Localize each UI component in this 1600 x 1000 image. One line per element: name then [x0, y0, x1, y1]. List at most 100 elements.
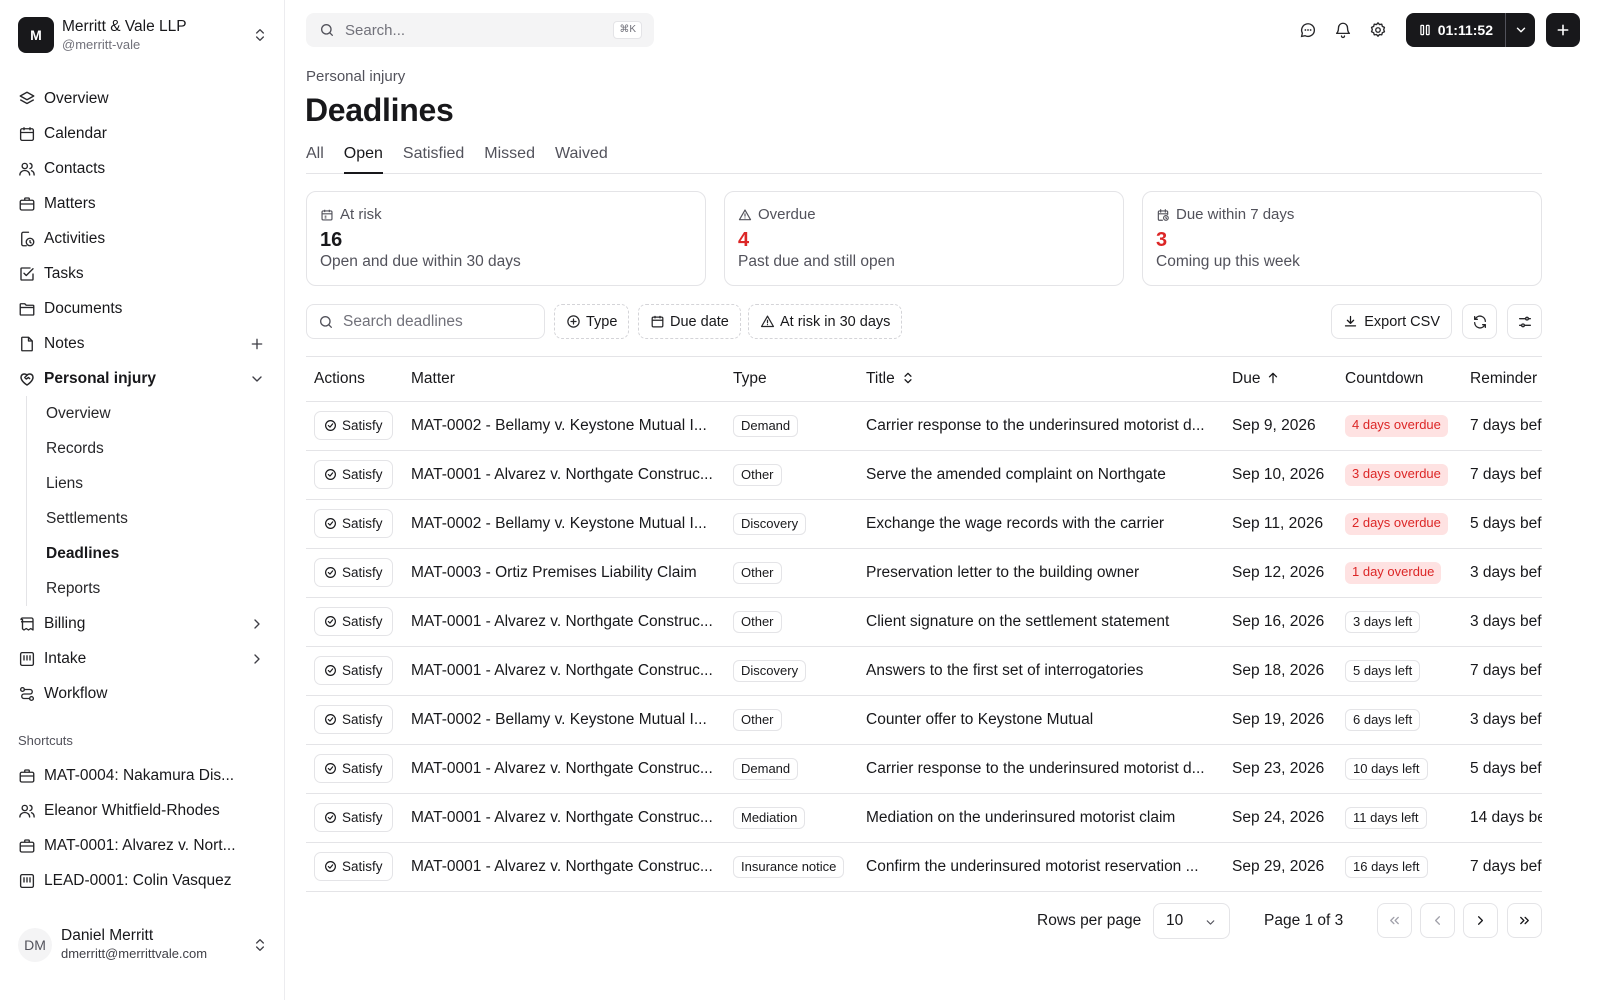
cell-title[interactable]: Serve the amended complaint on Northgate — [858, 450, 1224, 500]
column-header-reminder[interactable]: Reminder — [1462, 357, 1542, 402]
column-header-countdown[interactable]: Countdown — [1337, 357, 1462, 402]
satisfy-button[interactable]: Satisfy — [314, 558, 393, 587]
table-row[interactable]: Satisfy MAT-0001 - Alvarez v. Northgate C… — [306, 842, 1542, 892]
chat-button[interactable] — [1291, 13, 1326, 47]
first-page-button[interactable] — [1377, 903, 1412, 938]
breadcrumb[interactable]: Personal injury — [306, 68, 405, 85]
shortcut-item[interactable]: MAT-0004: Nakamura Dis... — [0, 758, 284, 793]
at-risk-filter-button[interactable]: At risk in 30 days — [748, 304, 903, 339]
shortcut-label: LEAD-0001: Colin Vasquez — [44, 871, 232, 889]
shortcut-item[interactable]: MAT-0001: Alvarez v. Nort... — [0, 828, 284, 863]
view-options-button[interactable] — [1507, 304, 1542, 339]
cell-title[interactable]: Confirm the underinsured motorist reserv… — [858, 842, 1224, 892]
sidebar-item-notes[interactable]: Notes — [0, 326, 284, 361]
cell-title[interactable]: Preservation letter to the building owne… — [858, 548, 1224, 598]
rows-per-page-select[interactable]: 10 — [1153, 903, 1230, 939]
subnav-item-reports[interactable]: Reports — [27, 571, 284, 606]
notifications-button[interactable] — [1326, 13, 1361, 47]
global-search-input[interactable]: Search... ⌘K — [306, 13, 654, 47]
cell-title[interactable]: Exchange the wage records with the carri… — [858, 499, 1224, 549]
chevron-down-icon[interactable] — [249, 371, 265, 387]
due-date-filter-button[interactable]: Due date — [638, 304, 741, 339]
subnav-item-overview[interactable]: Overview — [27, 396, 284, 431]
tab-all[interactable]: All — [306, 140, 324, 174]
sidebar-item-matters[interactable]: Matters — [0, 186, 284, 221]
tab-waived[interactable]: Waived — [555, 140, 608, 174]
sidebar-item-billing[interactable]: Billing — [0, 606, 284, 641]
table-row[interactable]: Satisfy MAT-0001 - Alvarez v. Northgate C… — [306, 646, 1542, 696]
deadline-search-input[interactable]: Search deadlines — [306, 304, 545, 339]
table-row[interactable]: Satisfy MAT-0001 - Alvarez v. Northgate C… — [306, 597, 1542, 647]
next-page-button[interactable] — [1463, 903, 1498, 938]
sidebar-item-overview[interactable]: Overview — [0, 81, 284, 116]
tab-open[interactable]: Open — [343, 140, 383, 174]
cell-matter[interactable]: MAT-0001 - Alvarez v. Northgate Construc… — [403, 793, 725, 843]
cell-matter[interactable]: MAT-0003 - Ortiz Premises Liability Clai… — [403, 548, 725, 598]
cell-title[interactable]: Client signature on the settlement state… — [858, 597, 1224, 647]
cell-title[interactable]: Counter offer to Keystone Mutual — [858, 695, 1224, 745]
shortcut-item[interactable]: Eleanor Whitfield-Rhodes — [0, 793, 284, 828]
cell-matter[interactable]: MAT-0001 - Alvarez v. Northgate Construc… — [403, 842, 725, 892]
table-row[interactable]: Satisfy MAT-0002 - Bellamy v. Keystone Mu… — [306, 499, 1542, 549]
column-header-due[interactable]: Due — [1224, 357, 1337, 402]
sidebar-item-personal-injury[interactable]: Personal injury — [0, 361, 284, 396]
satisfy-button[interactable]: Satisfy — [314, 460, 393, 489]
sidebar-item-activities[interactable]: Activities — [0, 221, 284, 256]
table-row[interactable]: Satisfy MAT-0001 - Alvarez v. Northgate C… — [306, 450, 1542, 500]
column-header-matter[interactable]: Matter — [403, 357, 725, 402]
satisfy-button[interactable]: Satisfy — [314, 656, 393, 685]
satisfy-button[interactable]: Satisfy — [314, 852, 393, 881]
satisfy-button[interactable]: Satisfy — [314, 607, 393, 636]
column-header-type[interactable]: Type — [725, 357, 858, 402]
create-new-button[interactable] — [1546, 13, 1580, 47]
satisfy-button[interactable]: Satisfy — [314, 411, 393, 440]
sidebar-item-contacts[interactable]: Contacts — [0, 151, 284, 186]
satisfy-button[interactable]: Satisfy — [314, 803, 393, 832]
cell-title[interactable]: Mediation on the underinsured motorist c… — [858, 793, 1224, 843]
shortcut-item[interactable]: LEAD-0001: Colin Vasquez — [0, 863, 284, 898]
table-row[interactable]: Satisfy MAT-0002 - Bellamy v. Keystone Mu… — [306, 401, 1542, 451]
sidebar-item-workflow[interactable]: Workflow — [0, 676, 284, 711]
table-row[interactable]: Satisfy MAT-0001 - Alvarez v. Northgate C… — [306, 793, 1542, 843]
org-switcher[interactable]: M Merritt & Vale LLP @merritt-vale — [18, 17, 268, 53]
cell-matter[interactable]: MAT-0001 - Alvarez v. Northgate Construc… — [403, 646, 725, 696]
table-row[interactable]: Satisfy MAT-0003 - Ortiz Premises Liabili… — [306, 548, 1542, 598]
table-row[interactable]: Satisfy MAT-0002 - Bellamy v. Keystone Mu… — [306, 695, 1542, 745]
timer-toggle-button[interactable]: 01:11:52 — [1406, 13, 1505, 47]
type-filter-button[interactable]: Type — [554, 304, 630, 339]
cell-title[interactable]: Carrier response to the underinsured mot… — [858, 401, 1224, 451]
subnav-item-deadlines[interactable]: Deadlines — [27, 536, 284, 571]
satisfy-button[interactable]: Satisfy — [314, 754, 393, 783]
tab-satisfied[interactable]: Satisfied — [403, 140, 464, 174]
chevron-right-icon — [1478, 916, 1483, 925]
cell-matter[interactable]: MAT-0001 - Alvarez v. Northgate Construc… — [403, 450, 725, 500]
add-note-plus-icon[interactable] — [249, 336, 265, 352]
satisfy-button[interactable]: Satisfy — [314, 509, 393, 538]
subnav-item-liens[interactable]: Liens — [27, 466, 284, 501]
satisfy-button[interactable]: Satisfy — [314, 705, 393, 734]
sidebar-item-tasks[interactable]: Tasks — [0, 256, 284, 291]
cell-title[interactable]: Carrier response to the underinsured mot… — [858, 744, 1224, 794]
cell-title[interactable]: Answers to the first set of interrogator… — [858, 646, 1224, 696]
cell-matter[interactable]: MAT-0001 - Alvarez v. Northgate Construc… — [403, 597, 725, 647]
cell-matter[interactable]: MAT-0001 - Alvarez v. Northgate Construc… — [403, 744, 725, 794]
settings-button[interactable] — [1361, 13, 1396, 47]
last-page-button[interactable] — [1507, 903, 1542, 938]
export-csv-button[interactable]: Export CSV — [1331, 304, 1452, 339]
sidebar-item-intake[interactable]: Intake — [0, 641, 284, 676]
tab-missed[interactable]: Missed — [484, 140, 535, 174]
user-menu[interactable]: DM Daniel Merritt dmerritt@merrittvale.c… — [18, 927, 268, 963]
subnav-item-settlements[interactable]: Settlements — [27, 501, 284, 536]
sidebar-item-calendar[interactable]: Calendar — [0, 116, 284, 151]
table-row[interactable]: Satisfy MAT-0001 - Alvarez v. Northgate C… — [306, 744, 1542, 794]
previous-page-button[interactable] — [1420, 903, 1455, 938]
cell-matter[interactable]: MAT-0002 - Bellamy v. Keystone Mutual I.… — [403, 695, 725, 745]
rows-per-page-label: Rows per page — [1037, 912, 1142, 929]
refresh-button[interactable] — [1462, 304, 1497, 339]
cell-matter[interactable]: MAT-0002 - Bellamy v. Keystone Mutual I.… — [403, 401, 725, 451]
subnav-item-records[interactable]: Records — [27, 431, 284, 466]
timer-menu-button[interactable] — [1505, 13, 1535, 47]
cell-matter[interactable]: MAT-0002 - Bellamy v. Keystone Mutual I.… — [403, 499, 725, 549]
column-header-title[interactable]: Title — [858, 357, 1224, 402]
sidebar-item-documents[interactable]: Documents — [0, 291, 284, 326]
